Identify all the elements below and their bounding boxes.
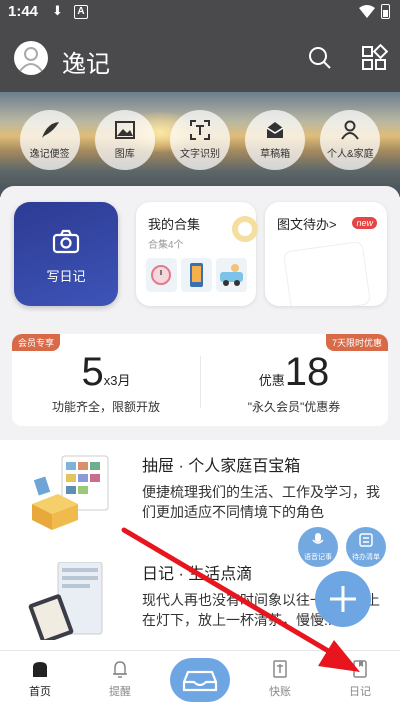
quick-action-notes[interactable]: 逸记便签 <box>19 110 80 170</box>
app-title: 逸记 <box>62 51 110 78</box>
vip-left-desc: 功能齐全，限额开放 <box>51 400 160 414</box>
vip-offer-card[interactable]: 会员专享 7天限时优惠 5x3月 功能齐全，限额开放 优惠18 "永久会员"优惠… <box>12 334 388 426</box>
banner-image: 逸记便签 图库 文字识别 草稿箱 个人&家庭 <box>0 92 400 197</box>
nav-label: 提醒 <box>109 686 131 698</box>
nav-diary[interactable]: 日记 <box>330 659 390 699</box>
microphone-icon <box>312 533 324 544</box>
quick-action-ocr[interactable]: 文字识别 <box>169 110 230 170</box>
decorative-ring <box>232 216 258 242</box>
nav-quick-account[interactable]: 快账 <box>250 659 310 699</box>
quick-action-drafts[interactable]: 草稿箱 <box>245 110 306 170</box>
feature-item-drawer[interactable]: 抽屉 · 个人家庭百宝箱 便捷梳理我们的生活、工作及学习，我们更加适应不同情境下… <box>0 440 400 548</box>
todo-list-button[interactable]: 待办清单 <box>346 527 386 567</box>
feather-icon <box>41 122 59 138</box>
todo-title: 图文待办> <box>277 217 337 232</box>
image-icon <box>114 121 135 139</box>
drafts-icon <box>266 122 284 138</box>
voice-note-label: 语音记事 <box>304 554 332 561</box>
new-badge: new <box>352 217 377 229</box>
quick-action-label: 逸记便签 <box>29 149 70 160</box>
nav-reminder[interactable]: 提醒 <box>90 659 150 699</box>
camera-icon <box>52 229 80 254</box>
diary-icon <box>353 660 367 678</box>
feature-desc: 便捷梳理我们的生活、工作及学习，我们更加适应不同情境下的角色 <box>142 484 380 520</box>
nav-label: 首页 <box>29 686 51 698</box>
checklist-icon <box>359 533 373 547</box>
vip-offer-right[interactable]: 优惠18 "永久会员"优惠券 <box>200 350 388 415</box>
my-collection-card[interactable]: 我的合集 合集4个 <box>136 202 258 306</box>
wifi-icon <box>359 5 375 18</box>
paper-illustration <box>282 240 372 306</box>
inbox-icon <box>182 670 218 692</box>
nav-label: 快账 <box>269 686 291 698</box>
nav-label: 日记 <box>349 686 371 698</box>
collection-thumbnails <box>146 258 247 292</box>
vip-tag: 会员专享 <box>12 334 61 351</box>
app-bar: 逸记 <box>0 34 400 84</box>
ledger-icon <box>273 660 287 678</box>
avatar[interactable] <box>14 41 48 75</box>
quick-action-label: 图库 <box>114 149 135 160</box>
vip-left-unit: x3月 <box>103 373 131 388</box>
quick-action-label: 个人&家庭 <box>327 149 374 160</box>
bell-icon <box>113 661 127 678</box>
drawer-illustration <box>32 455 109 530</box>
vip-right-desc: "永久会员"优惠券 <box>247 400 341 414</box>
collection-subtitle: 合集4个 <box>148 240 184 251</box>
voice-note-button[interactable]: 语音记事 <box>298 527 338 567</box>
download-icon: ⬇ <box>52 3 63 18</box>
status-time: 1:44 <box>8 3 39 20</box>
car-illustration-icon <box>216 258 247 292</box>
home-icon <box>33 662 47 677</box>
vip-right-prefix: 优惠 <box>258 373 285 388</box>
nav-home[interactable]: 首页 <box>10 659 70 699</box>
write-diary-button[interactable]: 写日记 <box>14 202 118 306</box>
quick-action-label: 草稿箱 <box>260 149 291 160</box>
vip-offer-left[interactable]: 5x3月 功能齐全，限额开放 <box>12 350 200 415</box>
quick-action-gallery[interactable]: 图库 <box>94 110 155 170</box>
search-icon[interactable] <box>306 44 334 72</box>
notification-badge-icon: A <box>74 5 88 19</box>
add-button[interactable] <box>315 571 371 627</box>
inbox-button[interactable] <box>170 658 230 702</box>
person-icon <box>341 120 360 140</box>
quick-actions: 逸记便签 图库 文字识别 草稿箱 个人&家庭 <box>0 110 400 170</box>
alarm-clock-icon <box>146 258 177 292</box>
quick-action-label: 文字识别 <box>179 149 220 160</box>
apps-grid-icon[interactable] <box>360 44 388 72</box>
status-bar: 1:44 ⬇ A <box>0 0 400 26</box>
notebook-illustration <box>28 562 103 640</box>
image-todo-card[interactable]: 图文待办> new <box>265 202 387 306</box>
plus-icon <box>330 586 356 612</box>
quick-action-family[interactable]: 个人&家庭 <box>320 110 381 170</box>
collection-title: 我的合集 <box>148 217 201 232</box>
text-scan-icon <box>189 120 210 140</box>
write-diary-label: 写日记 <box>46 269 86 284</box>
vip-left-number: 5 <box>81 350 104 394</box>
bottom-nav: 首页 提醒 快账 日记 <box>0 650 400 710</box>
feature-title: 抽屉 · 个人家庭百宝箱 <box>142 458 301 475</box>
feature-title: 日记 · 生活点滴 <box>142 566 253 583</box>
vip-right-number: 18 <box>284 350 330 394</box>
app-header: 1:44 ⬇ A 逸记 <box>0 0 400 92</box>
todo-list-label: 待办清单 <box>352 554 380 561</box>
limited-offer-tag: 7天限时优惠 <box>325 334 388 351</box>
phone-illustration-icon <box>181 258 212 292</box>
battery-icon <box>381 4 390 19</box>
